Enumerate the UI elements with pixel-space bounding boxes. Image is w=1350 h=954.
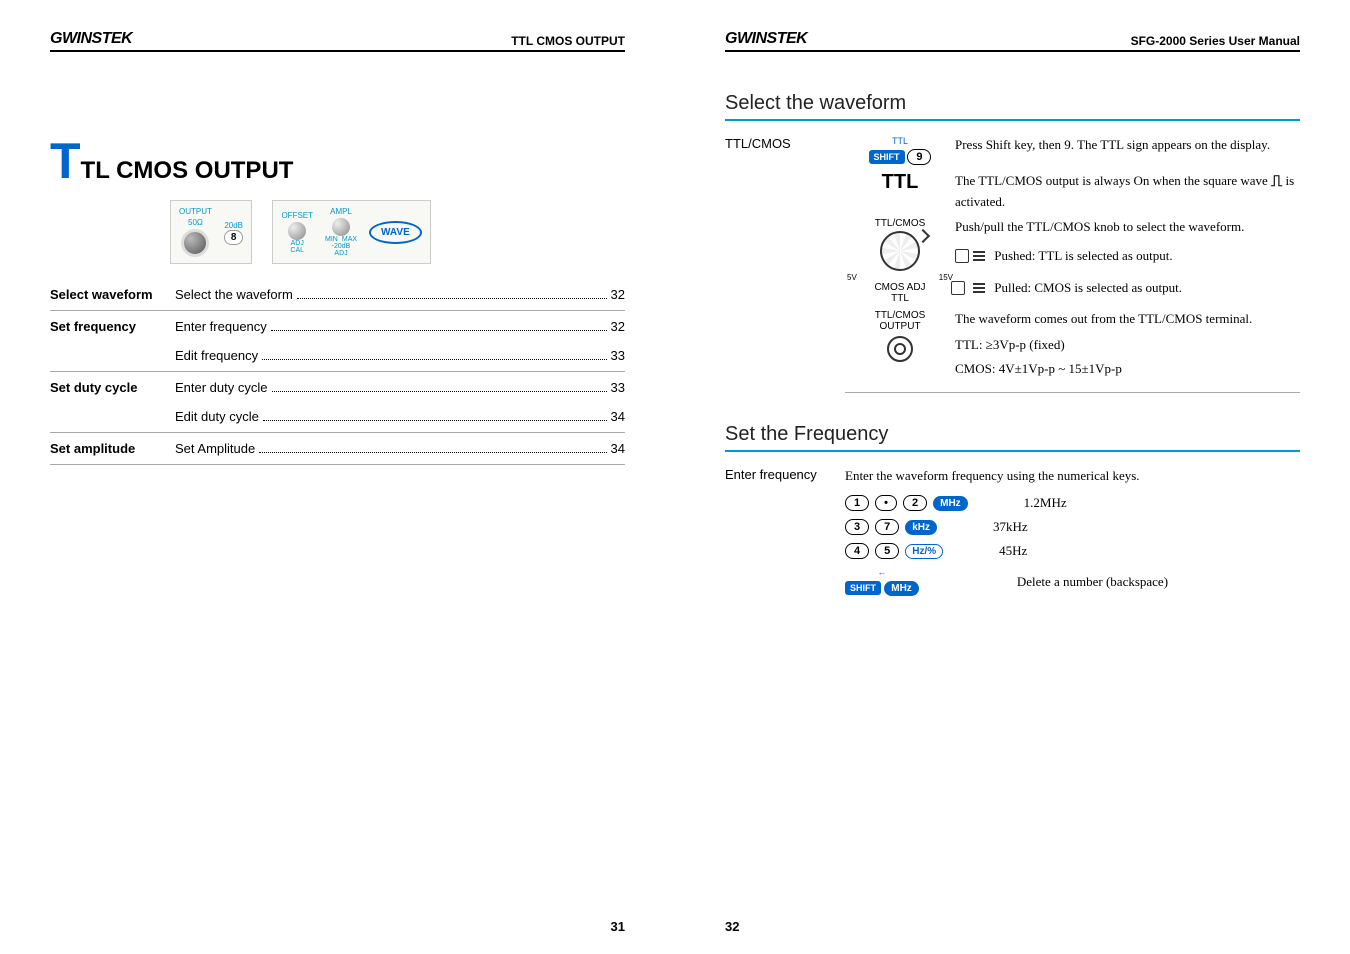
- toc-section: Set duty cycleEnter duty cycle33 Edit dut…: [50, 372, 625, 433]
- ttlcmos-knob-icon: [880, 231, 920, 271]
- number-key-icon: •: [875, 495, 897, 511]
- header-right: GWINSTEK SFG-2000 Series User Manual: [725, 30, 1300, 52]
- toc-entry: Edit duty cycle34: [175, 409, 625, 424]
- number-key-icon: 7: [875, 519, 899, 535]
- square-wave-icon: ⎍: [1271, 171, 1282, 193]
- table-of-contents: Select waveformSelect the waveform32Set …: [50, 279, 625, 465]
- row-terminal: TTL/CMOS OUTPUT The waveform comes out f…: [725, 310, 1300, 379]
- header-title: TTL CMOS OUTPUT: [511, 34, 625, 48]
- ampl-knob-icon: [332, 218, 350, 236]
- keyrow-backspace: ← SHIFT MHz Delete a number (backspace): [845, 567, 1300, 596]
- section-set-frequency: Set the Frequency: [725, 423, 1300, 452]
- brand-logo: GWINSTEK: [725, 30, 807, 48]
- page-32: GWINSTEK SFG-2000 Series User Manual Sel…: [675, 0, 1350, 954]
- pushed-knob-icon: [955, 246, 985, 268]
- key-sequence-row: 1 • 2 MHz 1.2MHz: [845, 495, 1300, 511]
- toc-entry: Select the waveform32: [175, 287, 625, 302]
- shift-key-icon: SHIFT: [869, 150, 905, 164]
- key-9-icon: 9: [907, 149, 931, 165]
- number-key-icon: 4: [845, 543, 869, 559]
- row-enter-frequency: Enter frequency Enter the waveform frequ…: [725, 467, 1300, 604]
- unit-key-icon: MHz: [933, 496, 968, 511]
- toc-section-label: Select waveform: [50, 287, 175, 302]
- toc-section: Set frequencyEnter frequency32 Edit frequ…: [50, 311, 625, 372]
- key-sequence-row: 45 Hz/% 45Hz: [845, 543, 1300, 559]
- page-31: GWINSTEK TTL CMOS OUTPUT TTL CMOS OUTPUT…: [0, 0, 675, 954]
- number-key-icon: 5: [875, 543, 899, 559]
- key-8-icon: 8: [224, 230, 244, 245]
- section-select-waveform: Select the waveform: [725, 92, 1300, 121]
- toc-section: Select waveformSelect the waveform32: [50, 279, 625, 311]
- toc-section-label: Set frequency: [50, 319, 175, 363]
- hardware-panel-illustration: OUTPUT 50Ω 20dB 8 OFFSET ADJ CAL AMPL MI…: [50, 200, 625, 264]
- header-title: SFG-2000 Series User Manual: [1131, 34, 1300, 48]
- row-shift-9: TTL/CMOS TTL SHIFT 9 Press Shift key, th…: [725, 136, 1300, 165]
- shift-key-icon: SHIFT: [845, 581, 881, 595]
- number-key-icon: 1: [845, 495, 869, 511]
- key-sequence-result: 37kHz: [993, 519, 1028, 535]
- number-key-icon: 2: [903, 495, 927, 511]
- toc-section-label: Set duty cycle: [50, 380, 175, 424]
- key-sequence-result: 45Hz: [999, 543, 1027, 559]
- toc-entry: Enter duty cycle33: [175, 380, 625, 395]
- number-key-icon: 3: [845, 519, 869, 535]
- chapter-title-rest: TL CMOS OUTPUT: [81, 157, 294, 184]
- output-panel: OUTPUT 50Ω 20dB 8: [170, 200, 252, 264]
- page-number: 32: [725, 919, 739, 934]
- chapter-title: TTL CMOS OUTPUT: [50, 132, 625, 190]
- unit-key-icon: kHz: [905, 520, 937, 535]
- key-sequence-row: 37kHz37kHz: [845, 519, 1300, 535]
- toc-section-label: Set amplitude: [50, 441, 175, 456]
- ttl-display-icon: TTL: [882, 171, 919, 193]
- backspace-arrow-icon: ←: [877, 567, 886, 577]
- toc-entry: Set Amplitude34: [175, 441, 625, 456]
- brand-logo: GWINSTEK: [50, 30, 132, 48]
- toc-section: Set amplitudeSet Amplitude34: [50, 433, 625, 465]
- offset-knob-icon: [288, 222, 306, 240]
- row-ttl-display: TTL The TTL/CMOS output is always On whe…: [725, 171, 1300, 212]
- drop-cap: T: [50, 133, 81, 189]
- offset-ampl-panel: OFFSET ADJ CAL AMPL MINMAX -20dB ADJ WAV…: [272, 200, 430, 264]
- bnc-output-icon: [181, 229, 209, 257]
- toc-entry: Enter frequency32: [175, 319, 625, 334]
- toc-entry: Edit frequency33: [175, 348, 625, 363]
- mhz-unit-key-icon: MHz: [884, 581, 919, 596]
- unit-key-icon: Hz/%: [905, 544, 943, 559]
- bnc-terminal-icon: [887, 336, 913, 362]
- header-left: GWINSTEK TTL CMOS OUTPUT: [50, 30, 625, 52]
- key-sequence-result: 1.2MHz: [1024, 495, 1067, 511]
- page-number: 31: [611, 919, 625, 934]
- row-knob-pushpull: TTL/CMOS 5V15V CMOS ADJ TTL Push/pull th…: [725, 218, 1300, 304]
- pulled-knob-icon: [955, 278, 985, 300]
- wave-button-icon: WAVE: [369, 221, 422, 244]
